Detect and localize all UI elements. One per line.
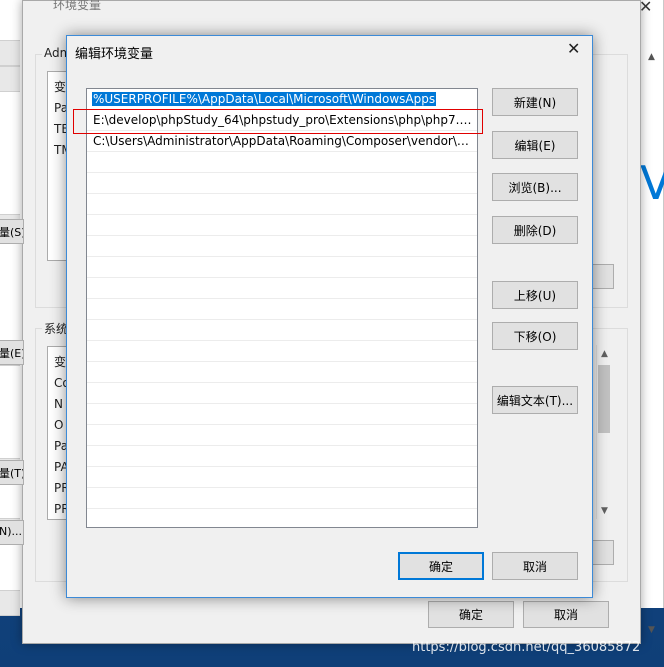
list-item[interactable] (87, 467, 477, 488)
env-ok-button[interactable]: 确定 (428, 601, 514, 628)
browse-button[interactable]: 浏览(B)... (492, 173, 578, 201)
list-item[interactable] (87, 446, 477, 467)
cancel-button[interactable]: 取消 (492, 552, 578, 580)
partial-edit-text-button[interactable]: 量(T)... (0, 460, 24, 485)
delete-button[interactable]: 删除(D) (492, 216, 578, 244)
ok-button[interactable]: 确定 (398, 552, 484, 580)
list-item[interactable] (87, 320, 477, 341)
list-header: 变 (54, 80, 67, 94)
window-strip (0, 590, 20, 616)
list-item[interactable] (87, 404, 477, 425)
list-item[interactable] (87, 152, 477, 173)
list-item[interactable] (87, 488, 477, 509)
new-button[interactable]: 新建(N) (492, 88, 578, 116)
chevron-down-icon[interactable]: ▼ (648, 625, 660, 635)
edit-text-button[interactable]: 编辑文本(T)... (492, 386, 578, 414)
list-item[interactable] (87, 362, 477, 383)
list-item[interactable] (87, 341, 477, 362)
list-item[interactable] (87, 257, 477, 278)
list-item[interactable] (87, 383, 477, 404)
move-up-button[interactable]: 上移(U) (492, 281, 578, 309)
dialog-title: 环境变量 (53, 0, 102, 12)
env-cancel-button[interactable]: 取消 (523, 601, 609, 628)
list-item[interactable]: %USERPROFILE%\AppData\Local\Microsoft\Wi… (87, 89, 477, 110)
chevron-up-icon[interactable]: ▲ (648, 52, 660, 62)
window-strip (0, 40, 20, 66)
scrollbar-thumb[interactable] (598, 365, 610, 433)
list-item[interactable] (87, 299, 477, 320)
partial-edit-button[interactable]: 量(E)... (0, 340, 24, 365)
edit-environment-variable-dialog: 编辑环境变量 ✕ %USERPROFILE%\AppData\Local\Mic… (66, 35, 593, 598)
list-item[interactable] (87, 194, 477, 215)
move-down-button[interactable]: 下移(O) (492, 322, 578, 350)
list-item[interactable] (87, 173, 477, 194)
path-list[interactable]: %USERPROFILE%\AppData\Local\Microsoft\Wi… (86, 88, 478, 528)
path-entry: C:\Users\Administrator\AppData\Roaming\C… (93, 134, 475, 148)
partial-new-button[interactable]: 量(S)... (0, 219, 24, 244)
list-item[interactable]: O (54, 418, 63, 432)
list-item[interactable]: C:\Users\Administrator\AppData\Roaming\C… (87, 131, 477, 152)
edit-button[interactable]: 编辑(E) (492, 131, 578, 159)
list-item[interactable] (87, 278, 477, 299)
dialog-title: 编辑环境变量 (75, 47, 154, 62)
list-item[interactable]: N (54, 397, 63, 411)
close-icon[interactable]: ✕ (567, 39, 580, 58)
list-item[interactable] (87, 425, 477, 446)
list-item[interactable] (87, 215, 477, 236)
chevron-up-icon[interactable]: ▲ (596, 349, 613, 359)
close-icon[interactable]: ✕ (639, 0, 652, 16)
path-entry: %USERPROFILE%\AppData\Local\Microsoft\Wi… (92, 92, 437, 106)
partial-new-button[interactable]: N)... (0, 520, 24, 545)
highlight-annotation-box (73, 109, 483, 134)
watermark-text: https://blog.csdn.net/qq_36085872 (412, 640, 641, 655)
list-header: 变 (54, 355, 67, 369)
window-strip (0, 66, 20, 92)
background-heading-letter: V (640, 156, 664, 210)
chevron-down-icon[interactable]: ▼ (596, 506, 613, 516)
list-item[interactable] (87, 236, 477, 257)
